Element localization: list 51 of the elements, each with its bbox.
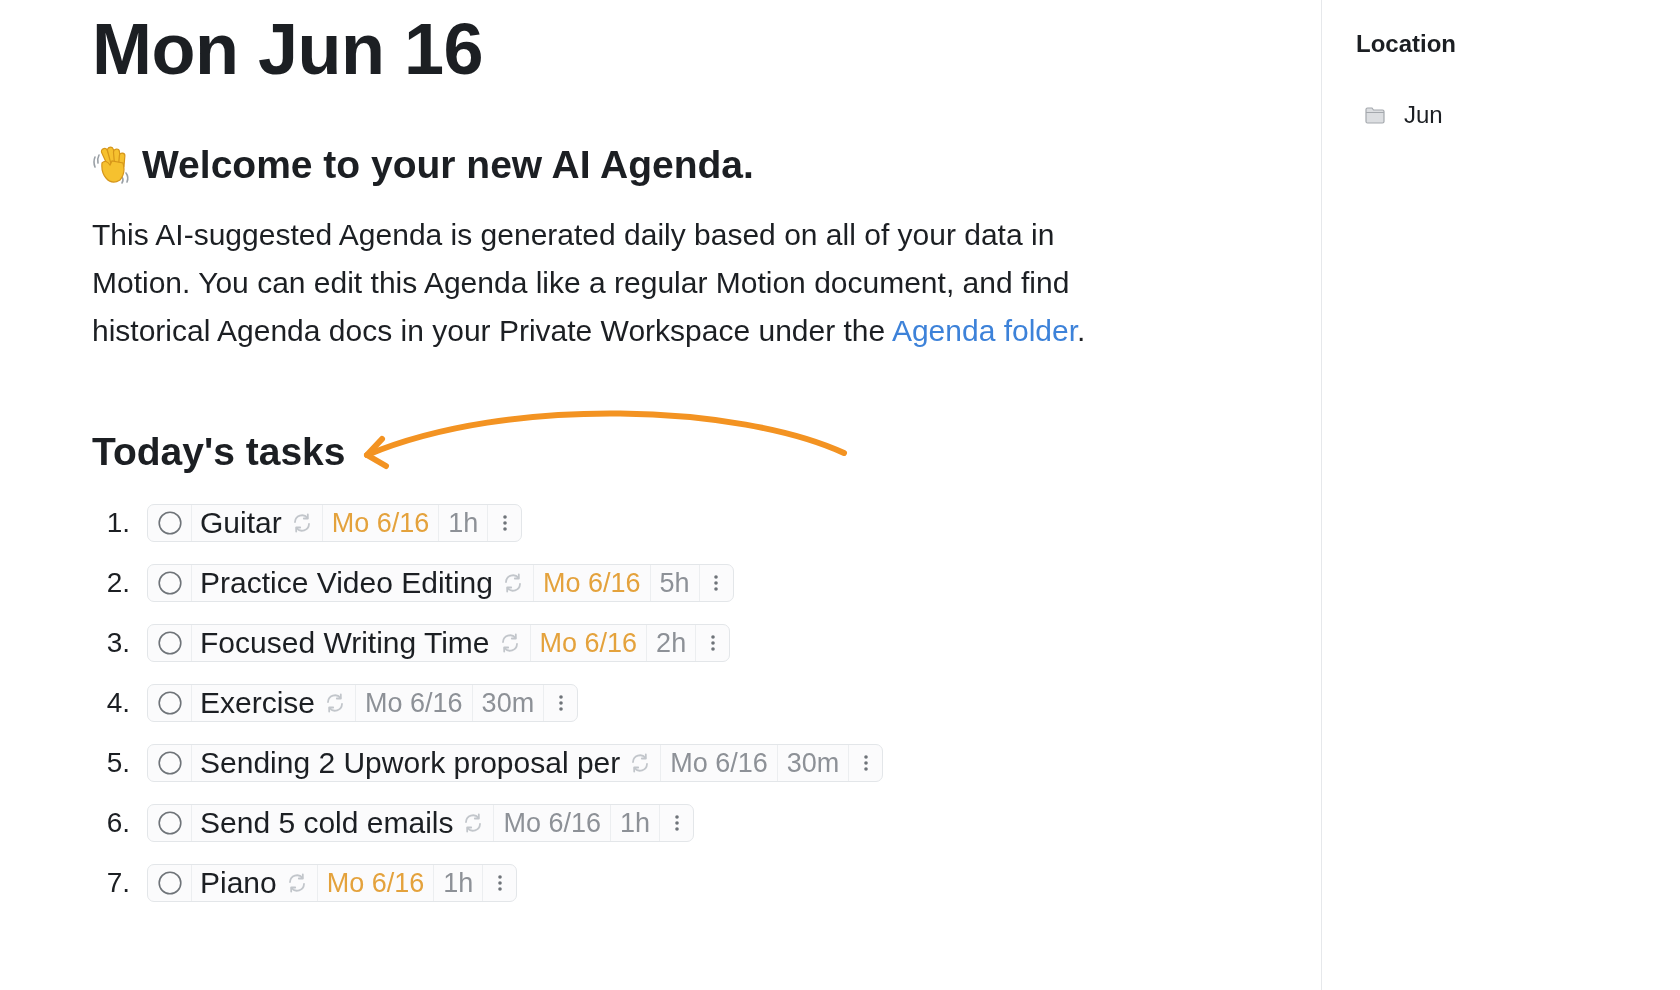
task-title[interactable]: Practice Video Editing <box>200 566 493 600</box>
list-number: 6. <box>105 807 130 839</box>
folder-icon <box>1365 106 1385 124</box>
task-date[interactable]: Mo 6/16 <box>532 565 650 601</box>
task-date[interactable]: Mo 6/16 <box>321 505 439 541</box>
kebab-icon <box>558 695 563 711</box>
list-number: 2. <box>105 567 130 599</box>
list-number: 5. <box>105 747 130 779</box>
sidebar-heading: Location <box>1356 29 1457 58</box>
kebab-icon <box>502 515 507 531</box>
task-duration[interactable]: 1h <box>433 865 483 901</box>
page-title: Mon Jun 16 <box>92 13 485 85</box>
list-number: 3. <box>105 627 130 659</box>
waving-hand-icon <box>92 145 132 185</box>
task-title[interactable]: Sending 2 Upwork proposal per <box>200 746 621 780</box>
task-duration[interactable]: 2h <box>646 625 696 661</box>
task-duration[interactable]: 30m <box>776 745 849 781</box>
task-title[interactable]: Guitar <box>200 506 282 540</box>
checkbox[interactable] <box>157 571 182 595</box>
kebab-icon <box>710 635 715 651</box>
task-date[interactable]: Mo 6/16 <box>316 865 434 901</box>
kebab-icon <box>497 875 502 891</box>
task-date[interactable]: Mo 6/16 <box>493 805 611 841</box>
intro-paragraph: This AI-suggested Agenda is generated daily based on all of your data in Motion. You can edit this Agenda like a regular Motion document, and find historical Agenda docs in your Private Workspace under the Agenda folder. <box>92 217 1087 349</box>
task-date[interactable]: Mo 6/16 <box>660 745 777 781</box>
welcome-heading: Welcome to your new AI Agenda. <box>142 142 754 188</box>
task-title[interactable]: Exercise <box>200 686 316 720</box>
checkbox[interactable] <box>157 631 182 655</box>
checkbox[interactable] <box>157 871 182 895</box>
section-heading: Today's tasks <box>92 430 346 474</box>
task-title[interactable]: Piano <box>200 866 277 900</box>
checkbox[interactable] <box>157 511 182 535</box>
location-link[interactable]: Jun <box>1356 99 1680 131</box>
kebab-icon <box>714 575 719 591</box>
kebab-icon <box>863 755 868 771</box>
list-number: 7. <box>105 867 130 899</box>
task-date[interactable]: Mo 6/16 <box>529 625 647 661</box>
list-number: 4. <box>105 687 130 719</box>
agenda-folder-link[interactable]: Agenda folder <box>891 314 1078 347</box>
task-duration[interactable]: 5h <box>649 565 699 601</box>
task-title[interactable]: Send 5 cold emails <box>200 806 454 840</box>
checkbox[interactable] <box>157 751 182 775</box>
kebab-icon <box>674 815 679 831</box>
checkbox[interactable] <box>157 691 182 715</box>
task-duration[interactable]: 1h <box>610 805 660 841</box>
task-duration[interactable]: 30m <box>471 685 544 721</box>
task-title[interactable]: Focused Writing Time <box>200 626 490 660</box>
checkbox[interactable] <box>157 811 182 835</box>
task-date[interactable]: Mo 6/16 <box>355 685 472 721</box>
task-duration[interactable]: 1h <box>438 505 488 541</box>
list-number: 1. <box>105 507 130 539</box>
